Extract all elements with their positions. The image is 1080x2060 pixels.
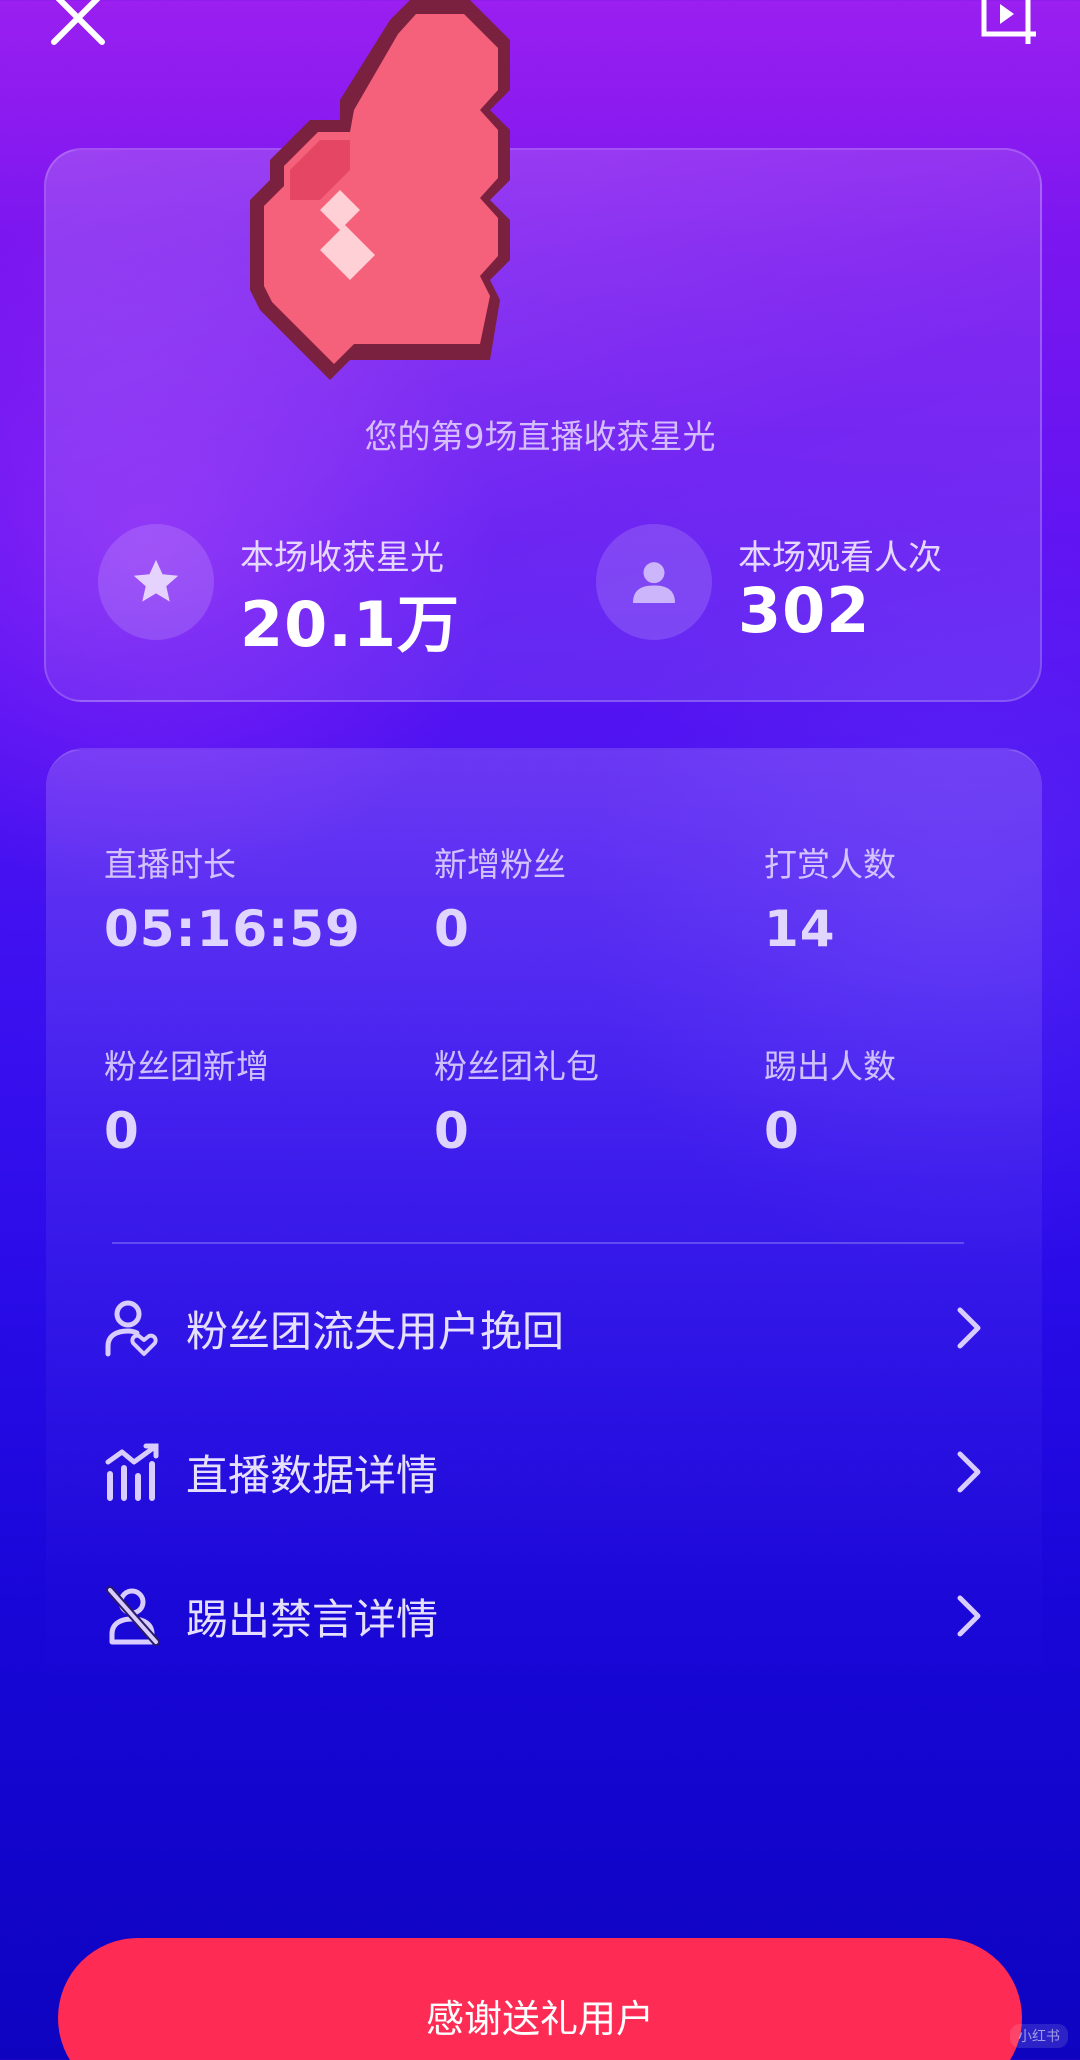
menu-item-kick-mute[interactable]: 踢出禁言详情 — [104, 1576, 984, 1656]
stat-fanclub-new: 粉丝团新增 0 — [104, 1040, 424, 1160]
menu-label: 粉丝团流失用户挽回 — [186, 1306, 565, 1356]
stat-label: 踢出人数 — [764, 1047, 896, 1086]
user-icon-wrap — [596, 524, 712, 640]
menu-item-live-data[interactable]: 直播数据详情 — [104, 1432, 984, 1512]
close-icon[interactable] — [46, 0, 110, 48]
stat-label: 粉丝团新增 — [104, 1047, 269, 1086]
menu-label: 踢出禁言详情 — [186, 1594, 439, 1644]
viewers-label: 本场观看人次 — [738, 538, 942, 578]
stat-value: 0 — [764, 1102, 800, 1160]
stat-new-fans: 新增粉丝 0 — [434, 838, 754, 958]
stat-value: 14 — [764, 900, 836, 958]
stat-live-duration: 直播时长 05:16:59 — [104, 838, 424, 958]
stat-kicked: 踢出人数 0 — [764, 1040, 1080, 1160]
bar-chart-icon — [105, 1443, 159, 1501]
viewers-stat: 本场观看人次 302 — [596, 522, 1016, 652]
mute-icon — [106, 1586, 160, 1646]
menu-label: 直播数据详情 — [186, 1450, 439, 1500]
starlight-value: 20.1万 — [240, 588, 460, 661]
stat-value: 0 — [104, 1102, 140, 1160]
stat-gifters: 打赏人数 14 — [764, 838, 1080, 958]
video-clip-icon[interactable] — [978, 0, 1040, 48]
stat-label: 打赏人数 — [764, 845, 896, 884]
viewers-value: 302 — [738, 574, 871, 647]
chevron-right-icon — [957, 1451, 981, 1493]
stat-label: 新增粉丝 — [434, 845, 566, 884]
pixel-heart-icon — [250, 0, 510, 380]
stat-value: 0 — [434, 900, 470, 958]
starlight-stat: 本场收获星光 20.1万 — [98, 522, 518, 661]
user-icon — [633, 562, 675, 603]
thank-gifters-button[interactable]: 感谢送礼用户 — [58, 1938, 1022, 2060]
divider — [112, 1242, 964, 1244]
subtitle: 您的第9场直播收获星光 — [364, 417, 716, 456]
star-icon — [133, 559, 179, 602]
stat-label: 粉丝团礼包 — [434, 1047, 599, 1086]
user-heart-icon — [105, 1300, 158, 1357]
stat-value: 0 — [434, 1102, 470, 1160]
stat-fanclub-gift: 粉丝团礼包 0 — [434, 1040, 754, 1160]
chevron-right-icon — [957, 1595, 981, 1637]
starlight-label: 本场收获星光 — [240, 538, 444, 578]
watermark: 小红书 — [1010, 2024, 1068, 2048]
chevron-right-icon — [957, 1307, 981, 1349]
star-icon-wrap — [98, 524, 214, 640]
stat-label: 直播时长 — [104, 845, 236, 884]
menu-item-fan-retention[interactable]: 粉丝团流失用户挽回 — [104, 1288, 984, 1368]
stat-value: 05:16:59 — [104, 900, 361, 958]
